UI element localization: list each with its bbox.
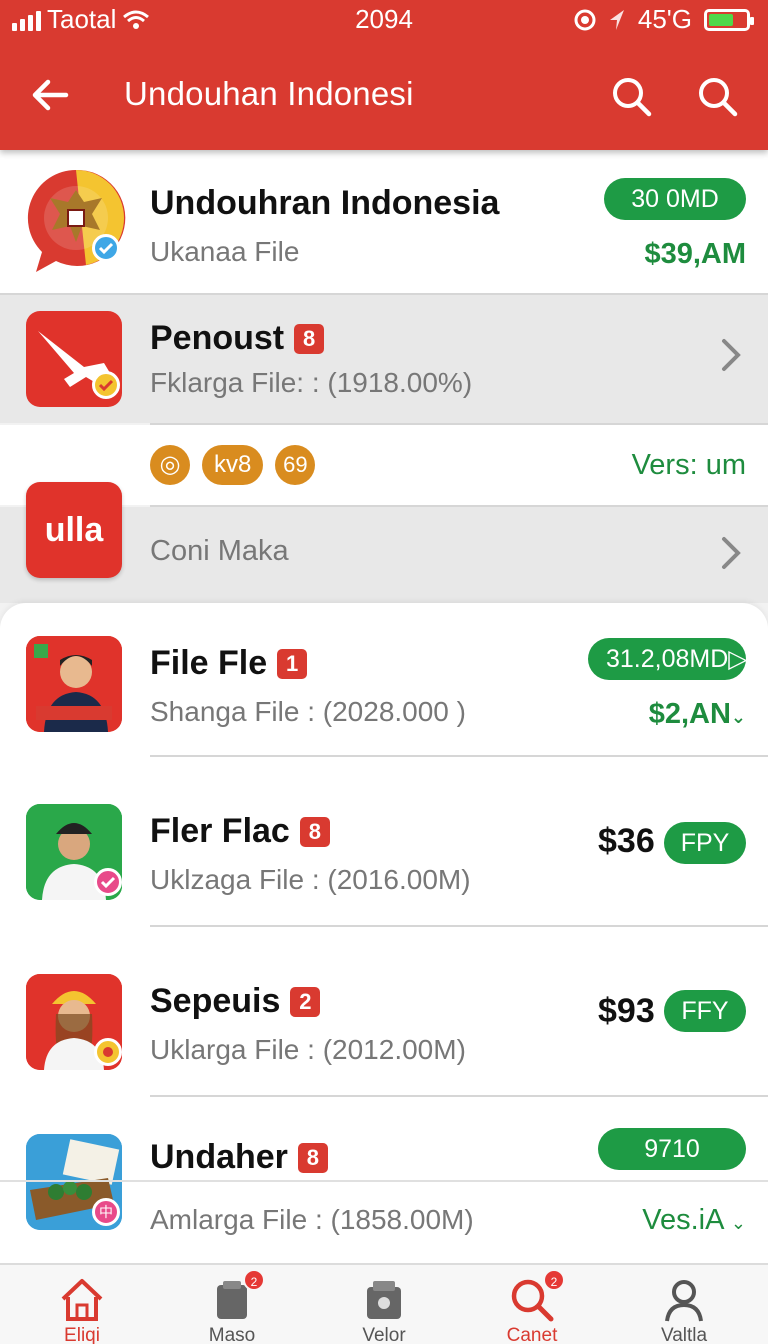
app-subtitle: Uklarga File : (2012.00M) bbox=[150, 1034, 466, 1065]
search-icon: 2 bbox=[507, 1269, 565, 1325]
price-group: $2,AN⌄ bbox=[649, 698, 746, 731]
app-subtitle: Uklzaga File : (2016.00M) bbox=[150, 864, 471, 895]
person-icon bbox=[659, 1275, 709, 1325]
chip[interactable]: kv8 bbox=[202, 445, 264, 485]
tab-valtla[interactable]: Valtla bbox=[624, 1275, 744, 1344]
divider bbox=[0, 1180, 768, 1182]
chevron-down-icon[interactable]: ⌄ bbox=[731, 707, 746, 727]
format-pill[interactable]: FPY bbox=[664, 822, 746, 864]
page-title: Undouhan Indonesi bbox=[124, 75, 414, 112]
app-icon: ulla bbox=[26, 482, 122, 578]
verified-check-icon bbox=[92, 234, 120, 262]
size-pill[interactable]: 30 0MD ▷ bbox=[604, 178, 746, 255]
list-item[interactable]: File Fle 1 Shanga File : (2028.000 ) 31.… bbox=[0, 620, 768, 755]
price-label: $93 bbox=[598, 992, 655, 1030]
badge-icon bbox=[94, 1038, 122, 1066]
location-icon bbox=[609, 9, 624, 30]
status-bar: Taotal 2094 45'G bbox=[0, 0, 768, 40]
app-subtitle: Coni Maka bbox=[150, 535, 289, 567]
search-icon[interactable] bbox=[610, 75, 652, 117]
version-group: Ves.iA ⌄ bbox=[642, 1204, 746, 1237]
badge-icon: 中 bbox=[92, 1198, 120, 1226]
price-label: $39,AM bbox=[644, 238, 746, 270]
divider bbox=[150, 1095, 768, 1097]
chip-group: ◎ kv8 69 bbox=[150, 445, 316, 485]
list-item[interactable]: Fler Flac 8 Uklzaga File : (2016.00M) $3… bbox=[0, 790, 768, 925]
divider bbox=[150, 925, 768, 927]
app-subtitle: Fklarga File: : (1918.00%) bbox=[150, 367, 473, 398]
list-item[interactable]: Penoust 8 Fklarga File: : (1918.00%) bbox=[0, 295, 768, 423]
record-icon bbox=[574, 9, 596, 30]
notification-badge: 2 bbox=[543, 1269, 565, 1291]
tab-canet[interactable]: 2 Canet bbox=[472, 1269, 592, 1344]
list-item[interactable]: Sepeuis 2 Uklarga File : (2012.00M) $93 … bbox=[0, 960, 768, 1095]
app-name-group: File Fle 1 bbox=[150, 644, 308, 683]
tab-home[interactable]: Eliqi bbox=[22, 1275, 142, 1344]
rank-badge: 8 bbox=[294, 323, 325, 354]
app-name-group: Sepeuis 2 bbox=[150, 982, 321, 1021]
app-bar: Undouhan Indonesi bbox=[0, 55, 768, 135]
notification-badge: 2 bbox=[243, 1269, 265, 1291]
app-subtitle: Amlarga File : (1858.00M) bbox=[150, 1204, 474, 1235]
rank-badge: 1 bbox=[277, 648, 308, 679]
verified-check-icon bbox=[92, 371, 120, 399]
price-label: $36 bbox=[598, 822, 655, 860]
status-right: 45'G bbox=[574, 4, 754, 35]
verified-check-icon bbox=[94, 868, 122, 896]
app-name: Undaher bbox=[150, 1138, 288, 1176]
search-icon[interactable] bbox=[696, 75, 738, 117]
top-app-bar: Taotal 2094 45'G Undouhan Indonesi bbox=[0, 0, 768, 150]
app-icon bbox=[26, 636, 122, 732]
box-icon: 2 bbox=[207, 1269, 265, 1325]
app-subtitle: Ukanaa File bbox=[150, 236, 300, 267]
home-icon bbox=[57, 1275, 107, 1325]
tab-label: Velor bbox=[362, 1325, 406, 1344]
app-name: Fler Flac bbox=[150, 812, 290, 850]
list-item[interactable]: 中 Undaher 8 Amlarga File : (1858.00M) 97… bbox=[0, 1120, 768, 1260]
tab-label: Eliqi bbox=[64, 1325, 100, 1344]
rank-badge: 8 bbox=[297, 1142, 328, 1173]
back-arrow-icon[interactable] bbox=[28, 73, 72, 117]
play-icon: ▷ bbox=[728, 645, 748, 673]
list-item[interactable]: Undouhran Indonesia Ukanaa File 30 0MD ▷… bbox=[0, 150, 768, 295]
size-pill[interactable]: 31.2,08MD▷ bbox=[588, 638, 748, 680]
rank-badge: 2 bbox=[290, 986, 321, 1017]
chevron-right-icon[interactable] bbox=[720, 533, 744, 573]
battery-text: 45'G bbox=[637, 4, 692, 34]
app-name: Undouhran Indonesia bbox=[150, 184, 500, 222]
size-pill-label: 31.2,08MD bbox=[606, 645, 729, 673]
box-icon bbox=[359, 1275, 409, 1325]
size-pill-label: 30 0MD bbox=[631, 185, 719, 213]
app-name: File Fle bbox=[150, 644, 268, 682]
format-pill[interactable]: FFY bbox=[664, 990, 746, 1032]
app-name-group: Penoust 8 bbox=[150, 319, 325, 358]
tab-velor[interactable]: Velor bbox=[324, 1275, 444, 1344]
version-label: Ves.iA bbox=[642, 1204, 723, 1236]
tab-label: Valtla bbox=[660, 1325, 708, 1344]
divider bbox=[150, 755, 768, 757]
version-label: Vers: um bbox=[631, 449, 746, 481]
chip[interactable]: 69 bbox=[275, 445, 316, 485]
chip-coin-icon[interactable]: ◎ bbox=[150, 445, 190, 485]
tab-label: Canet bbox=[506, 1325, 558, 1344]
app-name-group: Fler Flac 8 bbox=[150, 812, 330, 851]
app-name-group: Undaher 8 bbox=[150, 1138, 328, 1177]
app-icon bbox=[26, 168, 126, 272]
price-label: $2,AN bbox=[648, 698, 731, 730]
chevron-down-icon[interactable]: ⌄ bbox=[731, 1213, 746, 1233]
app-name: Penoust bbox=[150, 319, 285, 357]
chevron-right-icon[interactable] bbox=[720, 335, 744, 375]
tab-maso[interactable]: 2 Maso bbox=[172, 1269, 292, 1344]
tab-label: Maso bbox=[208, 1325, 256, 1344]
bottom-tab-bar: Eliqi 2 Maso Velor 2 Canet Valtla bbox=[0, 1263, 768, 1344]
size-pill[interactable]: 9710 0MD▷ bbox=[598, 1128, 746, 1205]
app-name: Sepeuis bbox=[150, 982, 281, 1020]
rank-badge: 8 bbox=[299, 816, 330, 847]
app-subtitle: Shanga File : (2028.000 ) bbox=[150, 696, 466, 727]
person-photo-icon bbox=[26, 636, 122, 732]
battery-icon bbox=[704, 8, 754, 31]
